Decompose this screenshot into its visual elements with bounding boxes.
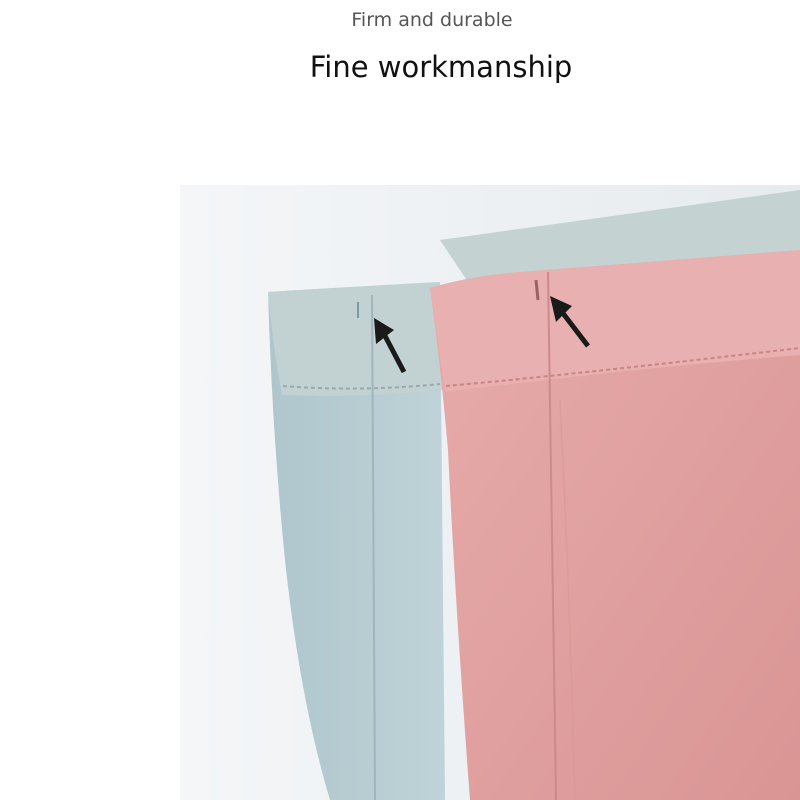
pink-briefs [430,250,800,800]
product-detail-image: Firm and durable Fine workmanship [0,0,800,800]
blue-waistband [268,282,442,396]
product-photo [180,185,800,800]
